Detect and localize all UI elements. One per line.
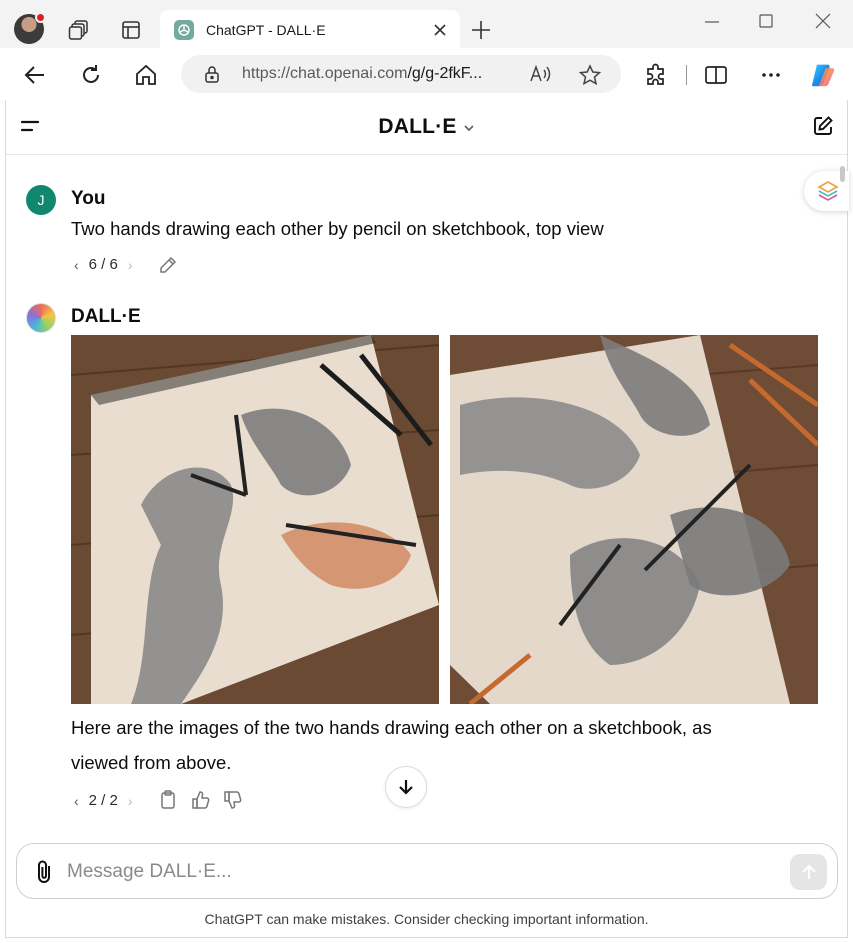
chevron-down-icon: [463, 115, 475, 139]
assistant-name: DALL·E: [71, 306, 141, 327]
copilot-icon[interactable]: [810, 62, 836, 88]
lock-icon[interactable]: [203, 65, 221, 88]
url-text[interactable]: https://chat.openai.com/g/g-2fkF...: [242, 65, 482, 83]
user-version-counter: 6 / 6: [88, 256, 118, 273]
close-window-icon[interactable]: [811, 10, 835, 34]
next-response-icon[interactable]: ›: [128, 793, 133, 809]
previous-version-icon[interactable]: ‹: [74, 257, 79, 273]
toolbar-separator: [686, 65, 687, 85]
url-path: /g/g-2fkF...: [407, 65, 483, 82]
refresh-icon[interactable]: [78, 62, 104, 88]
extensions-icon[interactable]: [643, 62, 669, 88]
assistant-message-pager: ‹ 2 / 2 ›: [74, 792, 133, 809]
previous-response-icon[interactable]: ‹: [74, 793, 79, 809]
thumbs-up-icon[interactable]: [191, 790, 211, 815]
workspaces-icon[interactable]: [67, 18, 91, 42]
tab-chatgpt[interactable]: ChatGPT - DALL·E: [160, 10, 460, 50]
more-options-icon[interactable]: [758, 62, 784, 88]
disclaimer-text: ChatGPT can make mistakes. Consider chec…: [204, 911, 649, 927]
edit-pencil-icon[interactable]: [158, 255, 178, 280]
generated-image-1[interactable]: [71, 335, 439, 704]
chat-header: DALL·E: [6, 100, 847, 155]
tab-title: ChatGPT - DALL·E: [206, 22, 326, 38]
maximize-icon[interactable]: [754, 10, 778, 34]
user-name: You: [71, 188, 106, 209]
profile-avatar[interactable]: [14, 12, 46, 44]
assistant-version-counter: 2 / 2: [88, 792, 118, 809]
model-selector[interactable]: DALL·E: [6, 115, 847, 139]
new-tab-icon[interactable]: [470, 19, 492, 46]
tab-close-icon[interactable]: [430, 20, 450, 40]
message-composer[interactable]: Message DALL·E...: [16, 843, 838, 899]
send-button[interactable]: [790, 854, 827, 890]
attach-paperclip-icon[interactable]: [33, 858, 55, 891]
page-title: DALL·E: [378, 115, 457, 138]
browser-toolbar: https://chat.openai.com/g/g-2fkF...: [0, 48, 853, 100]
tab-actions-icon[interactable]: [119, 18, 143, 42]
generated-image-2[interactable]: [450, 335, 818, 704]
assistant-message-line-2: viewed from above.: [71, 752, 232, 773]
copy-icon[interactable]: [159, 790, 177, 815]
assistant-message-line-1: Here are the images of the two hands dra…: [71, 717, 712, 738]
dalle-avatar: [26, 303, 56, 333]
scroll-to-bottom-button[interactable]: [385, 766, 427, 808]
address-bar[interactable]: https://chat.openai.com/g/g-2fkF...: [181, 55, 621, 93]
user-message-text: Two hands drawing each other by pencil o…: [71, 218, 604, 239]
read-aloud-icon[interactable]: [529, 64, 553, 89]
scrollbar-thumb[interactable]: [840, 166, 845, 182]
next-version-icon[interactable]: ›: [128, 257, 133, 273]
minimize-icon[interactable]: [700, 10, 724, 34]
new-chat-icon[interactable]: [812, 115, 834, 142]
chatgpt-favicon-icon: [174, 20, 194, 40]
back-arrow-icon[interactable]: [22, 62, 48, 88]
url-host: https://chat.openai.com: [242, 65, 408, 82]
home-icon[interactable]: [133, 62, 159, 88]
message-input[interactable]: Message DALL·E...: [67, 861, 232, 883]
favorite-star-icon[interactable]: [578, 64, 602, 91]
split-screen-icon[interactable]: [703, 62, 729, 88]
user-avatar: J: [26, 185, 56, 215]
notification-dot: [35, 12, 46, 23]
thumbs-down-icon[interactable]: [223, 790, 243, 815]
browser-tab-bar: ChatGPT - DALL·E: [0, 0, 853, 50]
user-message-pager: ‹ 6 / 6 ›: [74, 256, 133, 273]
